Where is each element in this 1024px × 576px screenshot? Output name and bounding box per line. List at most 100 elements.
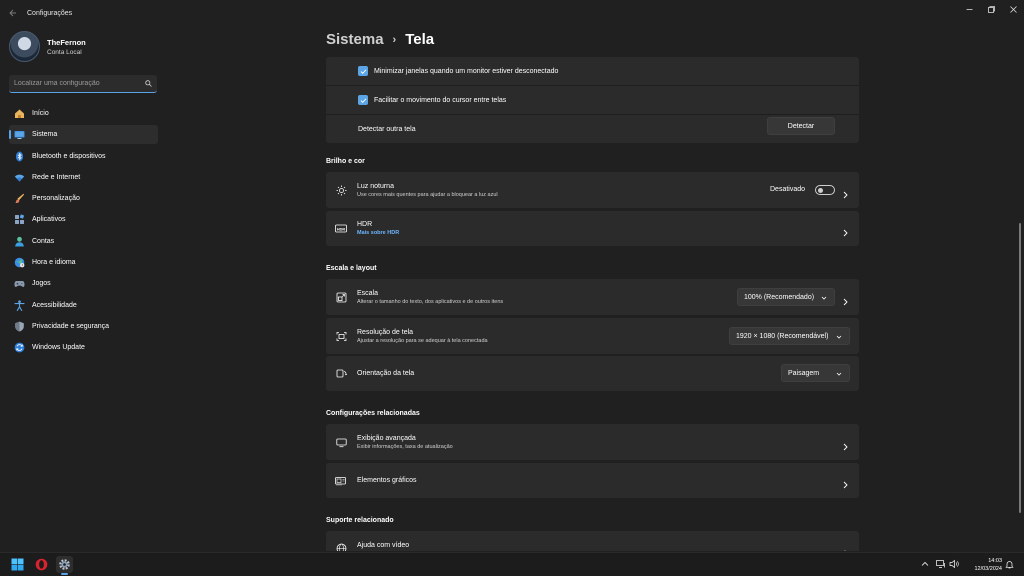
scale-dropdown[interactable]: 100% (Recomendado) (737, 288, 835, 306)
apps-icon (14, 214, 25, 225)
volume-icon[interactable] (948, 558, 960, 570)
chevron-right-icon[interactable] (841, 438, 849, 451)
hdr-card[interactable]: HDR HDR Mais sobre HDR (326, 211, 859, 246)
advanced-display-card[interactable]: Exibição avançada Exibir informações, ta… (326, 424, 859, 460)
scale-card[interactable]: Escala Alterar o tamanho do texto, dos a… (326, 279, 859, 315)
home-icon (14, 108, 25, 119)
chevron-right-icon[interactable] (841, 224, 849, 237)
hdr-icon: HDR (335, 223, 347, 235)
sidebar-item-privacidade[interactable]: Privacidade e segurança (9, 317, 158, 336)
maximize-button[interactable] (980, 0, 1002, 18)
sidebar-item-bluetooth[interactable]: Bluetooth e dispositivos (9, 147, 158, 166)
network-icon[interactable] (935, 558, 947, 570)
profile-account-type: Conta Local (47, 48, 82, 56)
hdr-learn-more-link[interactable]: Mais sobre HDR (357, 230, 399, 236)
sidebar-item-sistema[interactable]: Sistema (9, 125, 158, 145)
chevron-up-icon[interactable] (919, 558, 931, 570)
ease-cursor-row[interactable]: Facilitar o movimento do cursor entre te… (326, 86, 859, 114)
sidebar-item-aplicativos[interactable]: Aplicativos (9, 210, 158, 229)
sidebar-item-label: Rede e Internet (32, 173, 81, 181)
sidebar-item-personalizacao[interactable]: Personalização (9, 189, 158, 208)
minimize-windows-checkbox[interactable] (358, 66, 368, 76)
sidebar-item-windows-update[interactable]: Windows Update (9, 338, 158, 357)
scrollbar[interactable] (1019, 223, 1021, 513)
night-light-card[interactable]: Luz noturna Use cores mais quentes para … (326, 172, 859, 208)
scale-description: Alterar o tamanho do texto, dos aplicati… (357, 298, 504, 305)
wifi-icon (14, 172, 25, 183)
sidebar-item-acessibilidade[interactable]: Acessibilidade (9, 296, 158, 315)
page-title: Tela (405, 31, 435, 48)
globe-icon (335, 542, 347, 551)
chevron-down-icon (835, 333, 843, 341)
breadcrumb-separator: › (392, 33, 397, 46)
main-content: Minimizar janelas quando um monitor esti… (326, 57, 859, 551)
detect-button[interactable]: Detectar (767, 117, 835, 135)
scale-label: Escala (357, 289, 379, 297)
breadcrumb-parent[interactable]: Sistema (326, 31, 384, 48)
close-button[interactable] (1002, 0, 1024, 18)
sidebar-item-label: Contas (32, 237, 55, 245)
search-input[interactable] (14, 80, 144, 87)
profile-name: TheFernon (47, 37, 86, 47)
orientation-icon (335, 368, 347, 380)
sidebar-nav: Início Sistema Bluetooth e dispositivos … (9, 104, 158, 360)
bluetooth-icon (14, 151, 25, 162)
sidebar-item-label: Hora e idioma (32, 259, 76, 267)
avatar (9, 31, 40, 62)
resolution-dropdown[interactable]: 1920 × 1080 (Recomendável) (729, 327, 850, 345)
notification-bell-icon[interactable] (1003, 558, 1015, 570)
chevron-right-icon[interactable] (841, 293, 849, 306)
sidebar-item-inicio[interactable]: Início (9, 104, 158, 123)
system-icon (14, 129, 25, 140)
chevron-up-icon[interactable] (841, 544, 849, 551)
orientation-label: Orientação da tela (357, 370, 415, 377)
minimize-button[interactable] (958, 0, 980, 18)
sidebar-item-label: Windows Update (32, 344, 85, 352)
orientation-dropdown[interactable]: Paisagem (781, 364, 850, 382)
back-arrow-icon[interactable] (0, 0, 26, 26)
settings-app-icon[interactable] (56, 556, 73, 575)
night-light-toggle[interactable] (815, 185, 835, 195)
section-title-related: Configurações relacionadas (326, 410, 420, 417)
taskbar: 14:03 12/03/2024 (0, 552, 1024, 576)
brush-icon (14, 193, 25, 204)
minimize-windows-row[interactable]: Minimizar janelas quando um monitor esti… (326, 57, 859, 85)
globe-icon (14, 257, 25, 268)
sidebar-item-hora-idioma[interactable]: Hora e idioma (9, 253, 158, 272)
person-icon (14, 236, 25, 247)
start-button[interactable] (9, 556, 26, 573)
clock-date: 12/03/2024 (974, 566, 1002, 572)
detect-display-label: Detectar outra tela (358, 125, 416, 133)
monitor-icon (335, 436, 347, 448)
chevron-right-icon[interactable] (841, 476, 849, 489)
minimize-windows-label: Minimizar janelas quando um monitor esti… (374, 67, 559, 75)
scale-icon (335, 291, 347, 303)
system-clock[interactable]: 14:03 12/03/2024 (960, 557, 1002, 573)
accessibility-icon (14, 300, 25, 311)
search-icon[interactable] (144, 80, 152, 88)
sidebar-item-rede[interactable]: Rede e Internet (9, 168, 158, 187)
advanced-display-label: Exibição avançada (357, 434, 416, 442)
search-box[interactable] (9, 75, 157, 93)
hdr-label: HDR (357, 221, 373, 228)
sidebar-item-label: Aplicativos (32, 216, 66, 224)
ease-cursor-checkbox[interactable] (358, 95, 368, 105)
graphics-label: Elementos gráficos (357, 477, 417, 484)
night-light-label: Luz noturna (357, 182, 394, 190)
resolution-label: Resolução de tela (357, 328, 414, 336)
sidebar-item-jogos[interactable]: Jogos (9, 274, 158, 293)
user-profile[interactable]: TheFernon Conta Local (9, 31, 86, 62)
sidebar-item-label: Início (32, 110, 49, 117)
chevron-right-icon[interactable] (841, 186, 849, 199)
sidebar-item-label: Privacidade e segurança (32, 322, 110, 330)
advanced-display-description: Exibir informações, taxa de atualização (357, 443, 453, 450)
clock-time: 14:03 (988, 558, 1002, 564)
opera-browser-icon[interactable] (33, 556, 50, 573)
section-title-brightness: Brilho e cor (326, 158, 365, 165)
sidebar-item-contas[interactable]: Contas (9, 232, 158, 251)
graphics-card[interactable]: Elementos gráficos (326, 463, 859, 498)
multiple-displays-card: Minimizar janelas quando um monitor esti… (326, 57, 859, 143)
resolution-card: Resolução de tela Ajustar a resolução pa… (326, 318, 859, 354)
video-help-card[interactable]: Ajuda com vídeo (326, 531, 859, 551)
sun-icon (335, 184, 347, 196)
